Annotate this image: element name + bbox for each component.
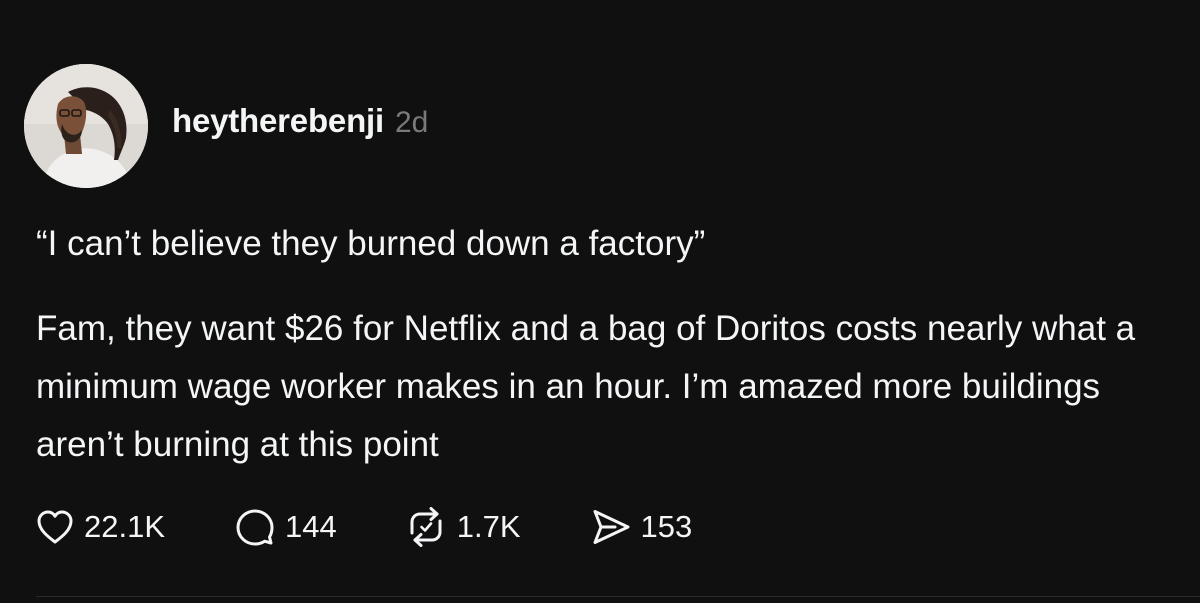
post-header: heytherebenji 2d bbox=[172, 102, 428, 146]
post-divider bbox=[36, 596, 1200, 597]
comment-icon bbox=[236, 509, 274, 546]
repost-button[interactable]: 1.7K bbox=[405, 504, 521, 550]
send-icon bbox=[593, 510, 630, 544]
heart-icon bbox=[37, 510, 73, 544]
share-count: 153 bbox=[640, 509, 693, 544]
reply-count: 144 bbox=[285, 509, 337, 544]
repost-icon bbox=[410, 507, 442, 547]
avatar[interactable] bbox=[24, 64, 148, 188]
post-text-body: Fam, they want $26 for Netflix and a bag… bbox=[36, 309, 1136, 464]
username-link[interactable]: heytherebenji bbox=[172, 102, 384, 140]
post-timestamp: 2d bbox=[394, 106, 429, 139]
avatar-photo bbox=[24, 64, 148, 188]
post-actions: 22.1K 144 1.7K 153 bbox=[36, 504, 692, 550]
post-text-quote: “I can’t believe they burned down a fact… bbox=[36, 224, 706, 263]
like-count: 22.1K bbox=[84, 509, 166, 544]
repost-count: 1.7K bbox=[456, 509, 521, 544]
post-card: heytherebenji 2d “I can’t believe they b… bbox=[0, 0, 1200, 603]
like-button[interactable]: 22.1K bbox=[36, 504, 165, 550]
reply-button[interactable]: 144 bbox=[235, 504, 337, 550]
share-button[interactable]: 153 bbox=[591, 504, 693, 550]
